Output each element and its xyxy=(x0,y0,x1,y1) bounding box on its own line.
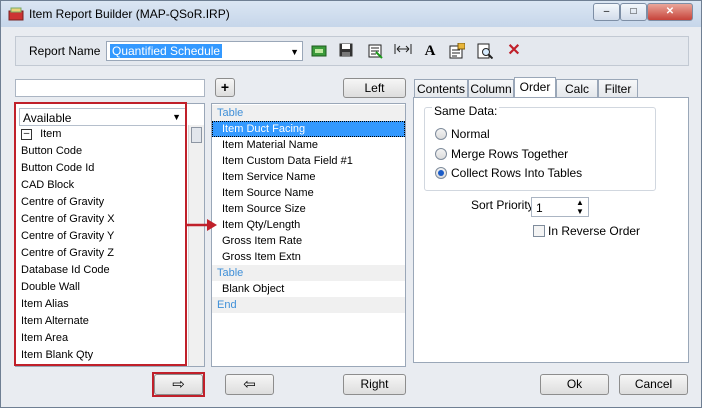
report-name-label: Report Name xyxy=(29,44,101,58)
font-icon[interactable]: A xyxy=(421,43,439,59)
reverse-order-label[interactable]: In Reverse Order xyxy=(548,224,640,238)
tab-calc[interactable]: Calc xyxy=(556,79,598,99)
remove-field-button[interactable]: ⇦ xyxy=(225,374,274,395)
layout-field-row[interactable]: Item Source Name xyxy=(212,185,405,201)
same-data-label: Same Data: xyxy=(432,104,500,118)
title-bar: Item Report Builder (MAP-QSoR.IRP) – □ ✕ xyxy=(1,1,701,27)
highlight-box-available xyxy=(14,102,187,366)
stepper-down-icon[interactable]: ▼ xyxy=(576,207,584,216)
layout-field-row[interactable]: Item Source Size xyxy=(212,201,405,217)
preview-icon[interactable] xyxy=(476,43,494,60)
radio-collect-rows[interactable] xyxy=(435,167,447,179)
delete-icon[interactable]: ✕ xyxy=(505,43,523,59)
properties-icon[interactable] xyxy=(448,42,466,59)
ok-button[interactable]: Ok xyxy=(540,374,609,395)
report-name-value[interactable]: Quantified Schedule xyxy=(110,44,223,58)
red-arrow-icon xyxy=(187,219,217,231)
stepper-up-icon[interactable]: ▲ xyxy=(576,198,584,207)
radio-merge-rows[interactable] xyxy=(435,148,447,160)
left-align-button[interactable]: Left xyxy=(343,78,406,98)
layout-field-row[interactable]: Item Custom Data Field #1 xyxy=(212,153,405,169)
layout-field-row[interactable]: Gross Item Rate xyxy=(212,233,405,249)
layout-section-row[interactable]: Table xyxy=(212,105,405,121)
report-name-combo[interactable]: Quantified Schedule ▼ xyxy=(106,41,303,61)
column-width-icon[interactable] xyxy=(394,43,412,59)
scroll-thumb[interactable] xyxy=(191,127,202,143)
layout-field-row[interactable]: Gross Item Extn xyxy=(212,249,405,265)
radio-normal[interactable] xyxy=(435,128,447,140)
minimize-button[interactable]: – xyxy=(593,3,620,21)
layout-field-row[interactable]: Item Qty/Length xyxy=(212,217,405,233)
radio-normal-label[interactable]: Normal xyxy=(451,127,490,141)
radio-merge-rows-label[interactable]: Merge Rows Together xyxy=(451,147,568,161)
item-report-builder-window: Item Report Builder (MAP-QSoR.IRP) – □ ✕… xyxy=(0,0,702,408)
app-icon xyxy=(8,7,24,21)
add-filter-button[interactable]: + xyxy=(215,78,235,97)
layout-field-row[interactable]: Blank Object xyxy=(212,281,405,297)
layout-section-row[interactable]: End xyxy=(212,297,405,313)
tab-column[interactable]: Column xyxy=(468,79,514,99)
order-tab-panel: Same Data: Normal Merge Rows Together Co… xyxy=(413,97,689,363)
sort-priority-value[interactable]: 1 xyxy=(536,201,543,215)
sort-priority-label: Sort Priority xyxy=(471,198,534,212)
tab-contents[interactable]: Contents xyxy=(414,79,468,99)
reverse-order-checkbox[interactable] xyxy=(533,225,545,237)
radio-collect-rows-label[interactable]: Collect Rows Into Tables xyxy=(451,166,582,180)
chevron-down-icon[interactable]: ▼ xyxy=(290,47,299,57)
sort-priority-stepper[interactable]: 1 ▲ ▼ xyxy=(531,197,589,217)
available-filter-input[interactable] xyxy=(15,79,205,97)
insert-field-icon[interactable] xyxy=(366,43,384,59)
window-title: Item Report Builder (MAP-QSoR.IRP) xyxy=(29,7,230,21)
layout-field-row[interactable]: Item Material Name xyxy=(212,137,405,153)
right-align-button[interactable]: Right xyxy=(343,374,406,395)
report-layout-panel: Table Item Duct Facing Item Material Name I… xyxy=(211,103,406,367)
tab-filter[interactable]: Filter xyxy=(598,79,638,99)
close-button[interactable]: ✕ xyxy=(647,3,693,21)
tab-order[interactable]: Order xyxy=(514,77,556,99)
open-report-icon[interactable] xyxy=(310,43,328,59)
layout-field-row[interactable]: Item Service Name xyxy=(212,169,405,185)
highlight-box-add xyxy=(152,372,205,397)
save-icon[interactable] xyxy=(337,43,355,59)
layout-section-row[interactable]: Table xyxy=(212,265,405,281)
maximize-button[interactable]: □ xyxy=(620,3,647,21)
cancel-button[interactable]: Cancel xyxy=(619,374,688,395)
available-scrollbar[interactable] xyxy=(188,125,204,366)
layout-field-row[interactable]: Item Duct Facing xyxy=(212,121,405,137)
